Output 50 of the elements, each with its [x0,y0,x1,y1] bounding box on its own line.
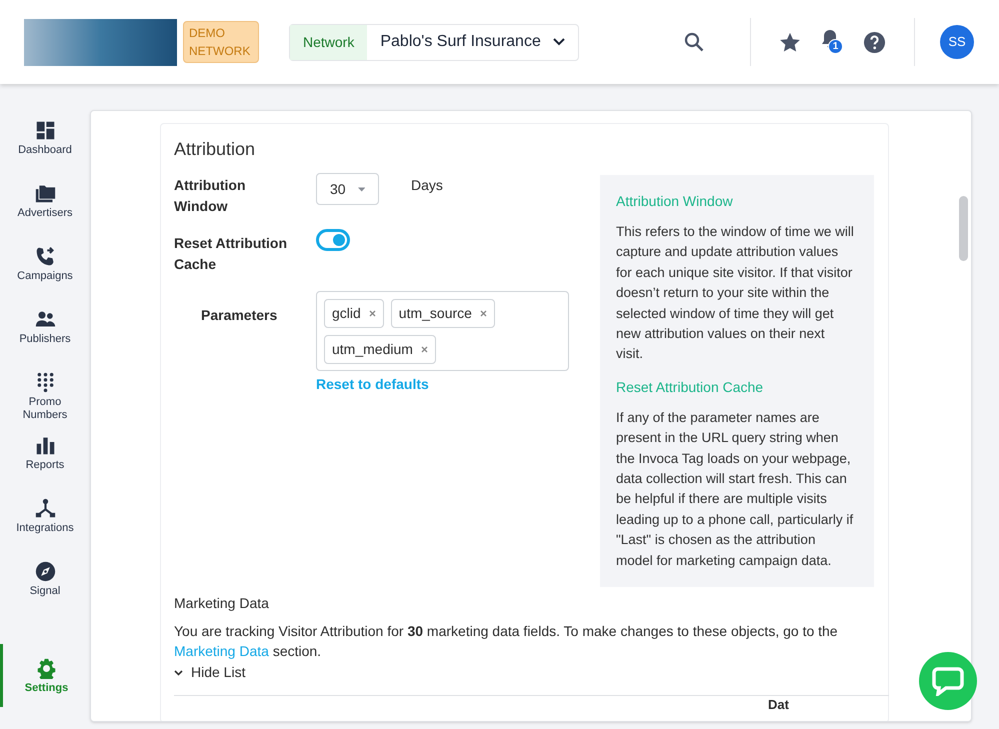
sidebar-item[interactable]: Promo Numbers [0,372,90,435]
network-icon [34,498,56,519]
settings-icon [36,658,57,679]
days-label: Days [411,176,443,195]
bar-chart-icon [34,435,56,456]
help-icon[interactable] [863,30,886,54]
hide-list-toggle[interactable]: Hide List [174,662,246,683]
notification-count: 1 [828,39,843,54]
sidebar-item[interactable]: Integrations [0,498,90,561]
attribution-window-label: Attribution Window [174,176,247,216]
sidebar-item[interactable]: Dashboard [0,120,90,183]
table-column-header: Dat [768,698,790,712]
dashboard-icon [34,120,56,141]
folders-icon [34,183,56,204]
help-text: If any of the parameter names are present in the URL query string when the Invoca Tag loads on your webpage, data collection will start fresh. This can be helpful if there are multiple visits leading up to a phone call, particularly if "Last" is chosen as the attribution model for marketing campaign data. [616,408,854,570]
sidebar-item[interactable]: Advertisers [0,183,90,246]
sidebar-item[interactable]: Campaigns [0,246,90,309]
compass-icon [34,561,56,582]
remove-icon[interactable] [480,310,487,317]
scrollbar-thumb[interactable] [959,196,968,261]
phone-arrow-icon [34,246,56,267]
help-heading: Attribution Window [616,192,734,211]
reset-cache-toggle[interactable] [316,229,350,251]
parameters-label: Parameters [200,306,278,325]
caret-icon [358,186,365,192]
remove-icon[interactable] [368,310,376,317]
search-icon[interactable] [684,32,704,52]
parameter-tag: utm_source [390,299,495,328]
sidebar-item[interactable]: Reports [0,435,90,498]
chat-bubble-icon [932,666,964,696]
section-title: Attribution [174,138,256,161]
days-dropdown[interactable]: 30 [316,173,379,205]
parameter-tag: gclid [324,299,384,328]
user-avatar[interactable]: SS [940,25,974,59]
parameter-tag: utm_medium [324,335,436,364]
remove-icon[interactable] [420,346,428,353]
keypad-icon [34,372,56,393]
star-icon[interactable] [779,32,801,52]
reset-cache-label: Reset Attribution Cache [174,234,288,274]
marketing-data-description: You are tracking Visitor Attribution for 30 marketing data fields. To make changes to these objects, go to the Marketing Data section. [174,622,839,661]
parameters-field[interactable]: gclid utm_source utm_medium [316,291,569,371]
marketing-data-title: Marketing Data [174,594,270,613]
chevron-down-icon [552,38,565,46]
chevron-down-icon [174,670,183,676]
sidebar-item[interactable]: Publishers [0,309,90,372]
help-text: This refers to the window of time we will capture and update attribution values for each unique site visitor. If that visitor doesn’t return to your site within the selected window of time they will get new attribution values on their next visit. [616,223,854,364]
demo-network-badge: DEMO NETWORK [183,21,259,63]
sidebar-item[interactable]: Signal [0,561,90,624]
network-selector[interactable]: Network Pablo's Surf Insurance [289,24,579,60]
help-heading: Reset Attribution Cache [616,378,764,397]
